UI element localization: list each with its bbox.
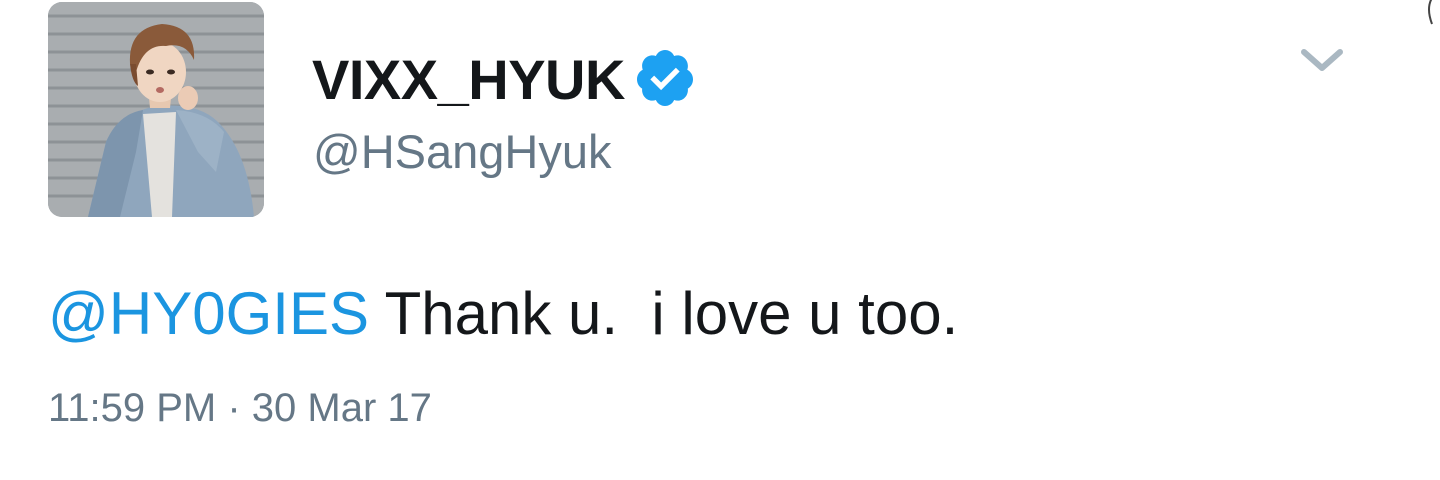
chevron-down-icon[interactable] bbox=[1292, 38, 1352, 82]
tweet-body: Thank u. i love u too. bbox=[369, 280, 959, 347]
verified-badge-icon bbox=[636, 50, 693, 106]
tweet-card: VIXX_HYUK @HSangHyuk @HY0GIES Thank u. i… bbox=[0, 0, 1440, 480]
avatar-photo bbox=[48, 2, 264, 217]
tweet-text: @HY0GIES Thank u. i love u too. bbox=[48, 278, 958, 350]
display-name[interactable]: VIXX_HYUK bbox=[312, 48, 625, 112]
timestamp[interactable]: 11:59 PM · 30 Mar 17 bbox=[48, 384, 432, 432]
avatar[interactable] bbox=[48, 2, 264, 217]
partial-circle-icon bbox=[1428, 0, 1433, 25]
user-handle[interactable]: @HSangHyuk bbox=[313, 124, 612, 180]
mention-link[interactable]: @HY0GIES bbox=[48, 280, 369, 347]
